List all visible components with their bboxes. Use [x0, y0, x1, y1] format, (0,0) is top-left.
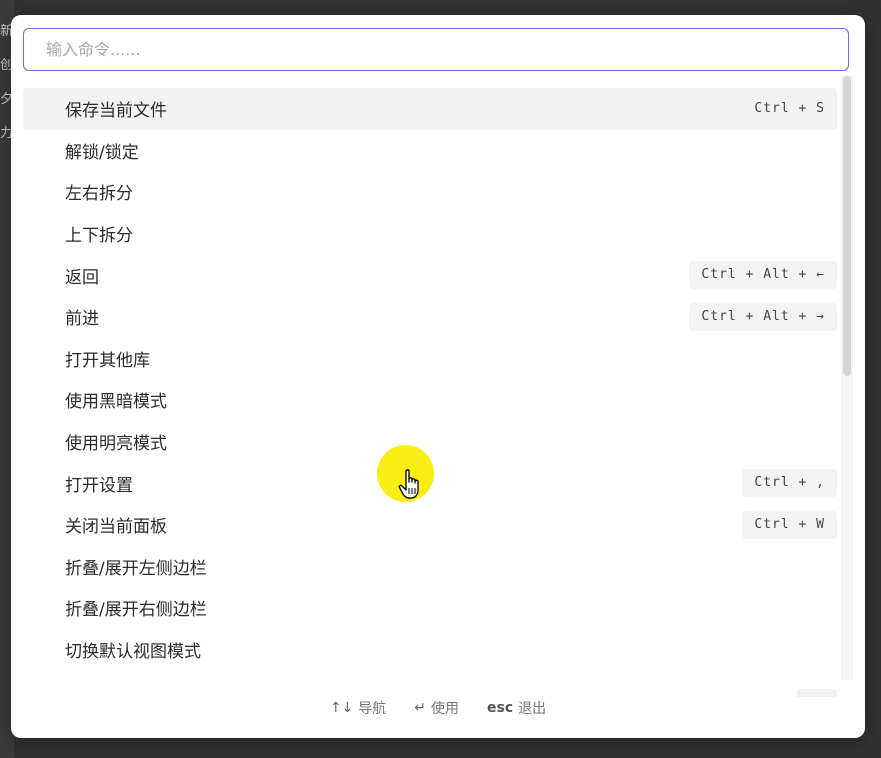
command-list-scrollbar[interactable]: [841, 75, 853, 680]
footer-navigate-label: 导航: [358, 701, 387, 717]
command-label: 前进: [65, 309, 99, 330]
command-item-split-vertical[interactable]: 上下拆分: [23, 213, 837, 255]
hand-pointer-icon: [398, 469, 419, 499]
command-item-forward[interactable]: 前进 Ctrl + Alt + →: [23, 296, 837, 338]
search-field[interactable]: [23, 28, 849, 71]
command-label: 保存当前文件: [65, 101, 167, 122]
command-label: 打开设置: [65, 475, 133, 496]
footer-use-label: 使用: [431, 701, 460, 717]
arrow-keys-icon: ↑↓: [329, 700, 354, 716]
command-label: 折叠/展开右侧边栏: [65, 600, 207, 621]
command-item-close-pane[interactable]: 关闭当前面板 Ctrl + W: [23, 504, 837, 546]
command-item-lock[interactable]: 解锁/锁定: [23, 130, 837, 172]
command-item-dark-mode[interactable]: 使用黑暗模式: [23, 379, 837, 421]
command-label: 使用明亮模式: [65, 434, 167, 455]
footer-navigate-hint: ↑↓ 导航: [330, 698, 386, 718]
command-list: 保存当前文件 Ctrl + S 解锁/锁定 左右拆分 上下拆分 返回 Ctrl …: [23, 88, 837, 681]
footer-exit-hint: esc 退出: [487, 698, 546, 718]
scrollbar-thumb[interactable]: [843, 76, 851, 376]
command-label: 折叠/展开左侧边栏: [65, 558, 207, 579]
command-item-toggle-left-sidebar[interactable]: 折叠/展开左侧边栏: [23, 546, 837, 588]
footer-use-hint: ↵ 使用: [414, 698, 459, 718]
command-search-input[interactable]: [24, 29, 848, 70]
hotkey-badge: Ctrl + W: [742, 510, 837, 539]
hotkey-badge: Ctrl + ,: [742, 469, 837, 498]
command-label: 使用黑暗模式: [65, 392, 167, 413]
hotkey-badge: Ctrl + S: [754, 100, 825, 116]
command-item-back[interactable]: 返回 Ctrl + Alt + ←: [23, 254, 837, 296]
command-item-open-vault[interactable]: 打开其他库: [23, 338, 837, 380]
command-item-split-horizontal[interactable]: 左右拆分: [23, 171, 837, 213]
footer-exit-label: 退出: [518, 701, 547, 717]
enter-key-icon: ↵: [414, 700, 427, 716]
command-item-toggle-right-sidebar[interactable]: 折叠/展开右侧边栏: [23, 587, 837, 629]
hotkey-badge: Ctrl + Alt + →: [689, 302, 837, 331]
hotkey-badge: Ctrl + Alt + ←: [689, 261, 837, 290]
command-label: 切换默认视图模式: [65, 642, 201, 663]
command-label: 上下拆分: [65, 226, 133, 247]
command-item-save[interactable]: 保存当前文件 Ctrl + S: [23, 88, 837, 130]
command-palette: 保存当前文件 Ctrl + S 解锁/锁定 左右拆分 上下拆分 返回 Ctrl …: [11, 15, 865, 738]
command-label: 返回: [65, 267, 99, 288]
command-label: 打开其他库: [65, 350, 150, 371]
esc-key-label: esc: [487, 700, 514, 716]
command-label: 关闭当前面板: [65, 517, 167, 538]
command-label: 解锁/锁定: [65, 142, 139, 163]
command-label: 左右拆分: [65, 184, 133, 205]
palette-footer: ↑↓ 导航 ↵ 使用 esc 退出: [11, 695, 865, 721]
command-item-toggle-view-mode[interactable]: 切换默认视图模式: [23, 629, 837, 671]
command-item-light-mode[interactable]: 使用明亮模式: [23, 421, 837, 463]
